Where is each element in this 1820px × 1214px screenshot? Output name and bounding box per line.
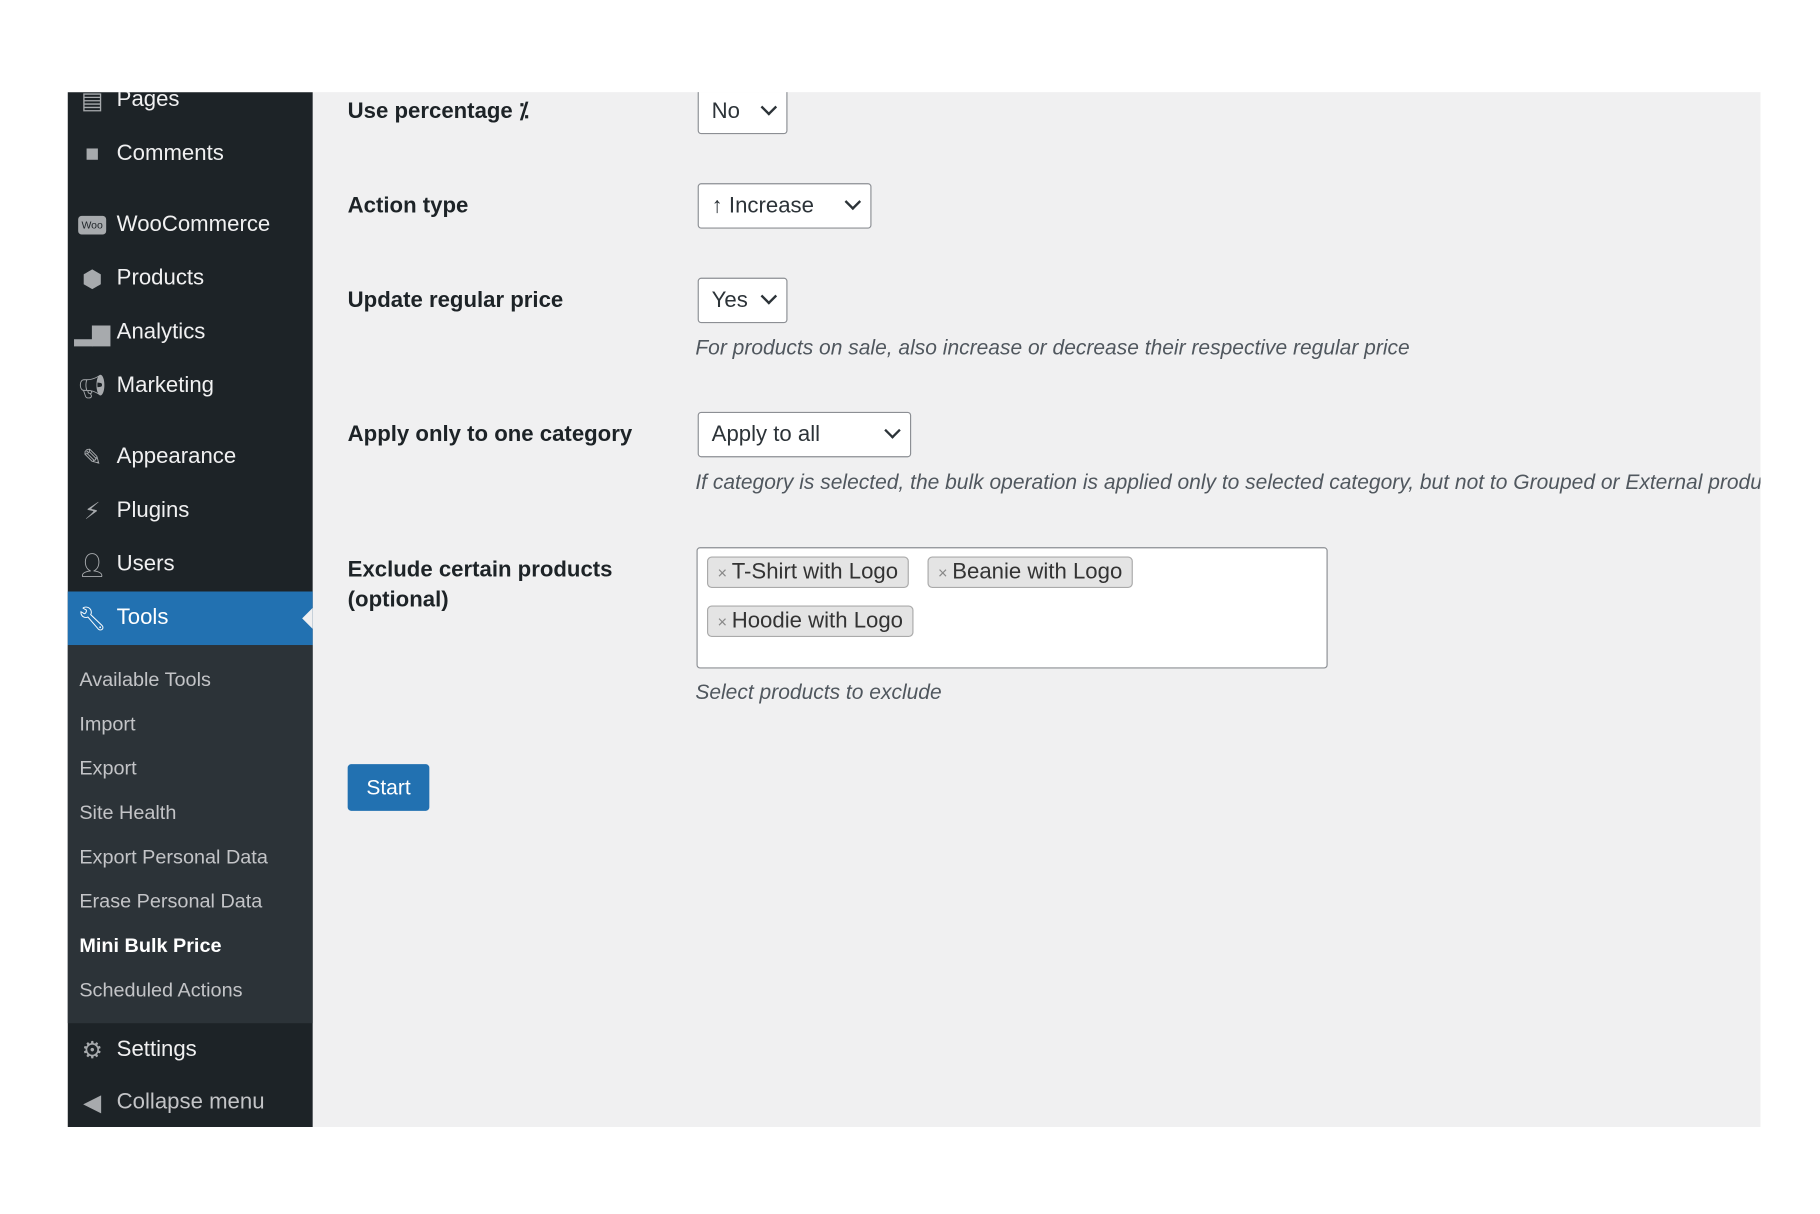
start-button[interactable]: Start xyxy=(347,764,430,811)
sidebar-item-users[interactable]: 👤︎ Users xyxy=(68,541,313,588)
sidebar-item-comments[interactable]: ■ Comments xyxy=(68,131,313,178)
products-icon: ⬢ xyxy=(81,266,103,293)
remove-tag-icon[interactable]: × xyxy=(718,563,728,582)
exclude-products-multiselect[interactable]: × T-Shirt with Logo × Beanie with Logo × Ho… xyxy=(696,547,1328,669)
update-regular-price-select[interactable]: Yes xyxy=(697,277,788,324)
product-tag: × T-Shirt with Logo xyxy=(707,556,909,589)
use-percentage-label: Use percentage ⁒ xyxy=(347,99,529,124)
remove-tag-icon[interactable]: × xyxy=(938,563,948,582)
chevron-down-icon xyxy=(760,99,778,116)
exclude-products-description: Select products to exclude xyxy=(695,680,942,704)
admin-frame: ▤ Pages ■ Comments Woo WooCommerce ⬢ Product… xyxy=(67,92,1761,1128)
submenu-export-personal-data[interactable]: Export Personal Data xyxy=(79,846,268,869)
sidebar-item-settings[interactable]: ⚙ Settings xyxy=(68,1027,313,1074)
submenu-import[interactable]: Import xyxy=(79,713,135,736)
submenu-export[interactable]: Export xyxy=(79,757,136,780)
category-select[interactable]: Apply to all xyxy=(697,411,912,458)
submenu-scheduled-actions[interactable]: Scheduled Actions xyxy=(79,979,242,1002)
submenu-site-health[interactable]: Site Health xyxy=(79,802,176,825)
marketing-icon: 📢︎ xyxy=(77,373,107,400)
submenu-erase-personal-data[interactable]: Erase Personal Data xyxy=(79,890,262,913)
chevron-down-icon xyxy=(760,288,778,305)
collapse-icon: ◀ xyxy=(83,1090,102,1116)
tools-submenu: Available Tools Import Export Site Healt… xyxy=(67,645,313,1024)
chevron-down-icon xyxy=(884,422,901,439)
chevron-down-icon xyxy=(844,193,862,211)
sidebar-item-analytics[interactable]: ▂▆ Analytics xyxy=(68,309,313,356)
sidebar-item-woocommerce[interactable]: Woo WooCommerce xyxy=(68,202,313,249)
category-label: Apply only to one category xyxy=(347,422,633,447)
action-type-label: Action type xyxy=(347,193,469,219)
submenu-mini-bulk-price[interactable]: Mini Bulk Price xyxy=(79,935,221,958)
sidebar-item-plugins[interactable]: ⚡︎ Plugins xyxy=(68,488,313,535)
woocommerce-icon: Woo xyxy=(68,215,117,235)
exclude-products-label: Exclude certain products (optional) xyxy=(347,557,613,613)
collapse-menu-button[interactable]: ◀ Collapse menu xyxy=(68,1079,313,1126)
users-icon: 👤︎ xyxy=(77,552,107,579)
sidebar-item-appearance[interactable]: ✎ Appearance xyxy=(68,434,313,481)
remove-tag-icon[interactable]: × xyxy=(718,612,728,631)
plugins-icon: ⚡︎ xyxy=(83,498,101,525)
pages-icon: ▤ xyxy=(81,92,104,114)
tools-icon: 🔧︎ xyxy=(77,606,107,632)
update-regular-price-label: Update regular price xyxy=(347,288,564,313)
appearance-icon: ✎ xyxy=(82,445,102,471)
action-type-select[interactable]: ↑ Increase xyxy=(697,183,872,229)
analytics-icon: ▂▆ xyxy=(74,320,111,346)
submenu-available-tools[interactable]: Available Tools xyxy=(79,669,211,692)
sidebar-item-tools[interactable]: 🔧︎ Tools xyxy=(67,591,313,646)
sidebar-item-marketing[interactable]: 📢︎ Marketing xyxy=(68,363,313,410)
update-regular-price-description: For products on sale, also increase or d… xyxy=(695,336,1410,360)
sidebar-item-pages[interactable]: ▤ Pages xyxy=(68,92,313,124)
category-description: If category is selected, the bulk operat… xyxy=(695,470,1761,494)
use-percentage-select[interactable]: No xyxy=(697,92,788,135)
product-tag: × Beanie with Logo xyxy=(927,556,1133,589)
sidebar-item-products[interactable]: ⬢ Products xyxy=(68,256,313,303)
admin-sidebar: ▤ Pages ■ Comments Woo WooCommerce ⬢ Product… xyxy=(67,92,313,1128)
product-tag: × Hoodie with Logo xyxy=(707,605,914,638)
settings-icon: ⚙ xyxy=(81,1037,103,1064)
comments-icon: ■ xyxy=(85,140,100,167)
